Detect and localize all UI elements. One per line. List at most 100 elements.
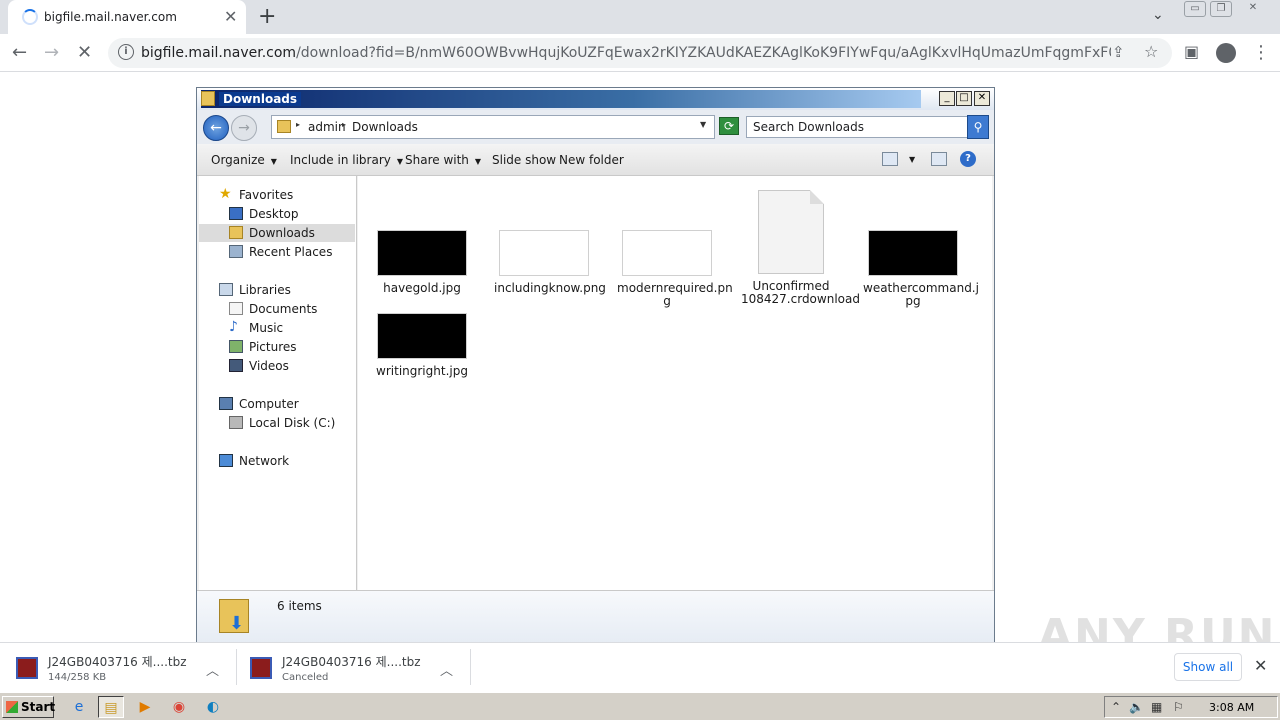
start-label: Start xyxy=(21,700,56,714)
slide-show-button[interactable]: Slide show xyxy=(492,153,556,167)
side-panel-icon[interactable]: ▣ xyxy=(1184,42,1199,61)
breadcrumb-downloads[interactable]: Downloads xyxy=(352,120,418,134)
file-item[interactable]: havegold.jpg xyxy=(372,230,472,295)
nav-network[interactable]: Network xyxy=(199,452,355,470)
media-player-icon[interactable]: ▶ xyxy=(132,696,158,718)
bookmark-star-icon[interactable]: ☆ xyxy=(1144,42,1158,61)
nav-computer[interactable]: Computer xyxy=(199,395,355,413)
winrar-archive-icon xyxy=(250,657,272,679)
preview-pane-icon[interactable] xyxy=(931,152,947,166)
chevron-up-icon[interactable]: ︿ xyxy=(206,660,219,679)
file-item[interactable]: writingright.jpg xyxy=(372,313,472,378)
chevron-up-icon[interactable]: ︿ xyxy=(440,660,453,679)
help-icon[interactable]: ? xyxy=(960,151,976,167)
file-name: havegold.jpg xyxy=(383,281,461,295)
nav-local-disk[interactable]: Local Disk (C:) xyxy=(199,414,355,432)
network-icon xyxy=(219,454,233,467)
share-icon[interactable]: ⇪ xyxy=(1112,43,1125,61)
dropdown-arrow-icon: ▼ xyxy=(396,157,404,166)
action-center-flag-icon[interactable]: ⚐ xyxy=(1173,700,1184,714)
explorer-address-row: ← → ▸ admin ▸ Downloads ▼ ⟳ Search Downl… xyxy=(197,110,994,144)
address-bar[interactable]: i bigfile.mail.naver.com/download?fid=B/… xyxy=(108,38,1172,68)
close-window-icon[interactable]: ✕ xyxy=(1242,1,1264,17)
nav-label: Videos xyxy=(249,359,289,373)
nav-documents[interactable]: Documents xyxy=(199,300,355,318)
share-with-button[interactable]: Share with ▼ xyxy=(405,153,481,167)
download-arrow-icon: ⬇ xyxy=(229,613,245,634)
breadcrumb-separator-icon[interactable]: ▸ xyxy=(296,120,300,129)
folder-icon xyxy=(201,91,215,106)
minimize-icon[interactable]: ▭ xyxy=(1184,1,1206,17)
explorer-back-icon[interactable]: ← xyxy=(203,115,229,141)
file-item[interactable]: Unconfirmed 108427.crdownload xyxy=(741,190,860,306)
file-item[interactable]: includingknow.png xyxy=(494,230,606,295)
image-thumbnail xyxy=(868,230,958,276)
file-list: havegold.jpg includingknow.png modernreq… xyxy=(358,176,992,590)
nav-pictures[interactable]: Pictures xyxy=(199,338,355,356)
view-dropdown-icon[interactable]: ▼ xyxy=(909,155,915,164)
internet-explorer-icon[interactable]: e xyxy=(66,696,92,718)
explorer-forward-icon[interactable]: → xyxy=(231,115,257,141)
download-shelf: J24GB0403716 제....tbz 144/258 KB ︿ J24GB… xyxy=(0,642,1280,692)
stop-icon[interactable]: ✕ xyxy=(77,42,92,63)
explorer-minimize-icon[interactable]: _ xyxy=(939,91,955,106)
file-name: writingright.jpg xyxy=(376,364,468,378)
nav-label: Music xyxy=(249,321,284,335)
download-progress: 144/258 KB xyxy=(48,672,107,683)
recent-places-icon xyxy=(229,245,243,258)
restore-icon[interactable]: ❐ xyxy=(1210,1,1232,17)
close-shelf-icon[interactable]: ✕ xyxy=(1254,656,1267,675)
nav-music[interactable]: ♪ Music xyxy=(199,319,355,337)
forward-icon[interactable]: → xyxy=(44,42,59,63)
breadcrumb-folder-icon xyxy=(277,120,291,133)
volume-icon[interactable]: 🔈 xyxy=(1129,700,1144,714)
file-name: Unconfirmed 108427.crdownload xyxy=(741,279,860,306)
tab-search-chevron-icon[interactable]: ⌄ xyxy=(1152,7,1164,23)
nav-desktop[interactable]: Desktop xyxy=(199,205,355,223)
breadcrumb[interactable]: ▸ admin ▸ Downloads ▼ xyxy=(271,115,715,139)
search-icon[interactable]: ⚲ xyxy=(967,115,989,139)
include-in-library-button[interactable]: Include in library ▼ xyxy=(290,153,403,167)
breadcrumb-admin[interactable]: admin xyxy=(308,120,346,134)
file-name: modernrequired.pn g xyxy=(617,281,733,308)
edge-icon[interactable]: ◐ xyxy=(200,696,226,718)
nav-libraries[interactable]: Libraries xyxy=(199,281,355,299)
search-input[interactable]: Search Downloads xyxy=(746,116,968,138)
explorer-taskbar-icon[interactable]: ▤ xyxy=(98,696,124,718)
chrome-icon[interactable]: ◉ xyxy=(166,696,192,718)
download-item[interactable]: J24GB0403716 제....tbz 144/258 KB ︿ xyxy=(16,649,236,689)
explorer-maximize-icon[interactable]: □ xyxy=(956,91,972,106)
explorer-close-icon[interactable]: ✕ xyxy=(974,91,990,106)
close-tab-icon[interactable]: ✕ xyxy=(224,7,237,26)
nav-recent-places[interactable]: Recent Places xyxy=(199,243,355,261)
nav-label: Favorites xyxy=(239,188,294,202)
new-folder-button[interactable]: New folder xyxy=(559,153,624,167)
url-text: bigfile.mail.naver.com/download?fid=B/nm… xyxy=(141,45,1111,61)
change-view-icon[interactable] xyxy=(882,152,898,166)
new-tab-icon[interactable]: + xyxy=(258,4,276,29)
file-item[interactable]: weathercommand.j pg xyxy=(863,230,979,308)
show-all-button[interactable]: Show all xyxy=(1174,653,1242,681)
breadcrumb-separator-icon[interactable]: ▸ xyxy=(342,120,346,129)
back-icon[interactable]: ← xyxy=(12,42,27,63)
file-item[interactable]: modernrequired.pn g xyxy=(617,230,733,308)
profile-avatar-icon[interactable] xyxy=(1216,43,1236,63)
breadcrumb-dropdown-icon[interactable]: ▼ xyxy=(700,120,706,129)
nav-favorites[interactable]: ★ Favorites xyxy=(199,186,355,204)
start-button[interactable]: Start xyxy=(2,696,56,718)
nav-label: Libraries xyxy=(239,283,291,297)
organize-button[interactable]: Organize ▼ xyxy=(211,153,277,167)
menu-kebab-icon[interactable]: ⋮ xyxy=(1252,42,1270,63)
site-info-icon[interactable]: i xyxy=(118,44,134,60)
network-tray-icon[interactable]: ▦ xyxy=(1151,700,1162,714)
refresh-icon[interactable]: ⟳ xyxy=(719,117,739,135)
clock[interactable]: 3:08 AM xyxy=(1209,701,1254,714)
nav-videos[interactable]: Videos xyxy=(199,357,355,375)
star-icon: ★ xyxy=(219,186,232,202)
browser-tab[interactable]: bigfile.mail.naver.com ✕ xyxy=(8,0,246,34)
show-hidden-icons-icon[interactable]: ⌃ xyxy=(1111,700,1121,714)
disk-drive-icon xyxy=(229,416,243,429)
nav-downloads[interactable]: Downloads xyxy=(199,224,355,242)
include-label: Include in library xyxy=(290,153,391,167)
download-item[interactable]: J24GB0403716 제....tbz Canceled ︿ xyxy=(250,649,470,689)
